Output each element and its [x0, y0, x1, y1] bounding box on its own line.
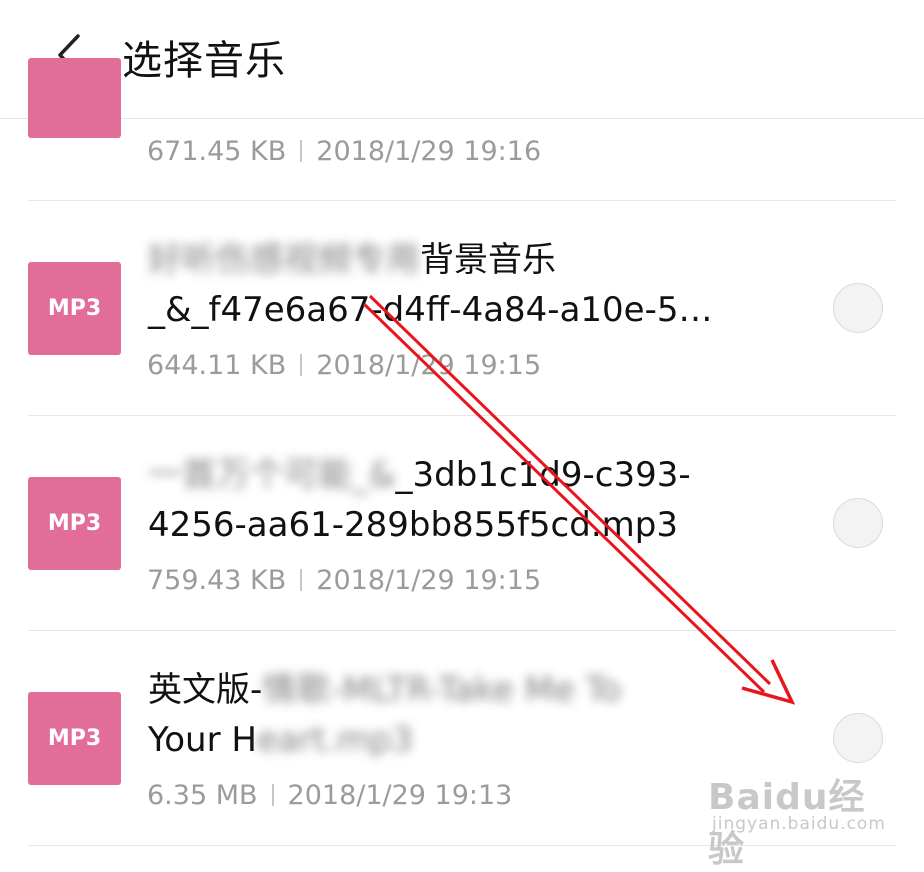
- file-size: 6.35 MB: [147, 780, 258, 811]
- watermark-sub: jingyan.baidu.com: [712, 814, 886, 834]
- select-radio[interactable]: [833, 498, 883, 548]
- file-meta: 644.11 KB 2018/1/29 19:15: [147, 350, 541, 381]
- list-item[interactable]: MP3 好听伤感视频专用背景音乐 _&_f47e6a67-d4ff-4a84-a…: [28, 200, 896, 416]
- meta-separator: [271, 784, 274, 806]
- mp3-badge: MP3: [28, 262, 121, 355]
- file-date: 2018/1/29 19:15: [316, 350, 542, 381]
- meta-separator: [300, 140, 303, 162]
- file-date: 2018/1/29 19:15: [316, 565, 542, 596]
- blurred-text: 一首万个可能_&: [148, 455, 396, 495]
- list-item[interactable]: 671.45 KB 2018/1/29 19:16: [28, 58, 896, 201]
- file-name-line1: 英文版-情歌-MLTR-Take Me To: [148, 665, 621, 715]
- file-meta: 6.35 MB 2018/1/29 19:13: [147, 780, 512, 811]
- file-size: 671.45 KB: [147, 136, 287, 167]
- app-header: 选择音乐: [0, 0, 924, 119]
- blurred-text: 好听伤感视频专用: [148, 240, 420, 280]
- mp3-badge: MP3: [28, 692, 121, 785]
- select-radio[interactable]: [833, 713, 883, 763]
- file-name-text: 背景音乐: [420, 240, 556, 280]
- file-name-text: 英文版-: [148, 670, 263, 710]
- file-date: 2018/1/29 19:16: [316, 136, 542, 167]
- file-size: 644.11 KB: [147, 350, 287, 381]
- file-name-line2: _&_f47e6a67-d4ff-4a84-a10e-5…: [148, 290, 713, 330]
- file-name-line1: 好听伤感视频专用背景音乐: [148, 235, 556, 285]
- file-name-line2: 4256-aa61-289bb855f5cd.mp3: [148, 505, 678, 545]
- file-name-line2: Your Heart.mp3: [148, 715, 413, 765]
- file-size: 759.43 KB: [147, 565, 287, 596]
- select-radio[interactable]: [833, 283, 883, 333]
- mp3-badge: MP3: [28, 477, 121, 570]
- blurred-text: eart.mp3: [256, 720, 414, 760]
- page-title: 选择音乐: [122, 38, 286, 84]
- file-meta: 759.43 KB 2018/1/29 19:15: [147, 565, 541, 596]
- list-item[interactable]: MP3 一首万个可能_&_3db1c1d9-c393- 4256-aa61-28…: [28, 415, 896, 631]
- mp3-badge: [28, 58, 121, 138]
- file-name-line1: 一首万个可能_&_3db1c1d9-c393-: [148, 450, 691, 500]
- meta-separator: [300, 354, 303, 376]
- file-date: 2018/1/29 19:13: [287, 780, 513, 811]
- meta-separator: [300, 569, 303, 591]
- baidu-watermark: Baidu经验 jingyan.baidu.com: [700, 760, 900, 870]
- file-meta: 671.45 KB 2018/1/29 19:16: [147, 136, 541, 167]
- file-name-text: Your H: [148, 720, 257, 760]
- blurred-text: 情歌-MLTR-Take Me To: [262, 670, 622, 710]
- file-name-text: _3db1c1d9-c393-: [395, 455, 691, 495]
